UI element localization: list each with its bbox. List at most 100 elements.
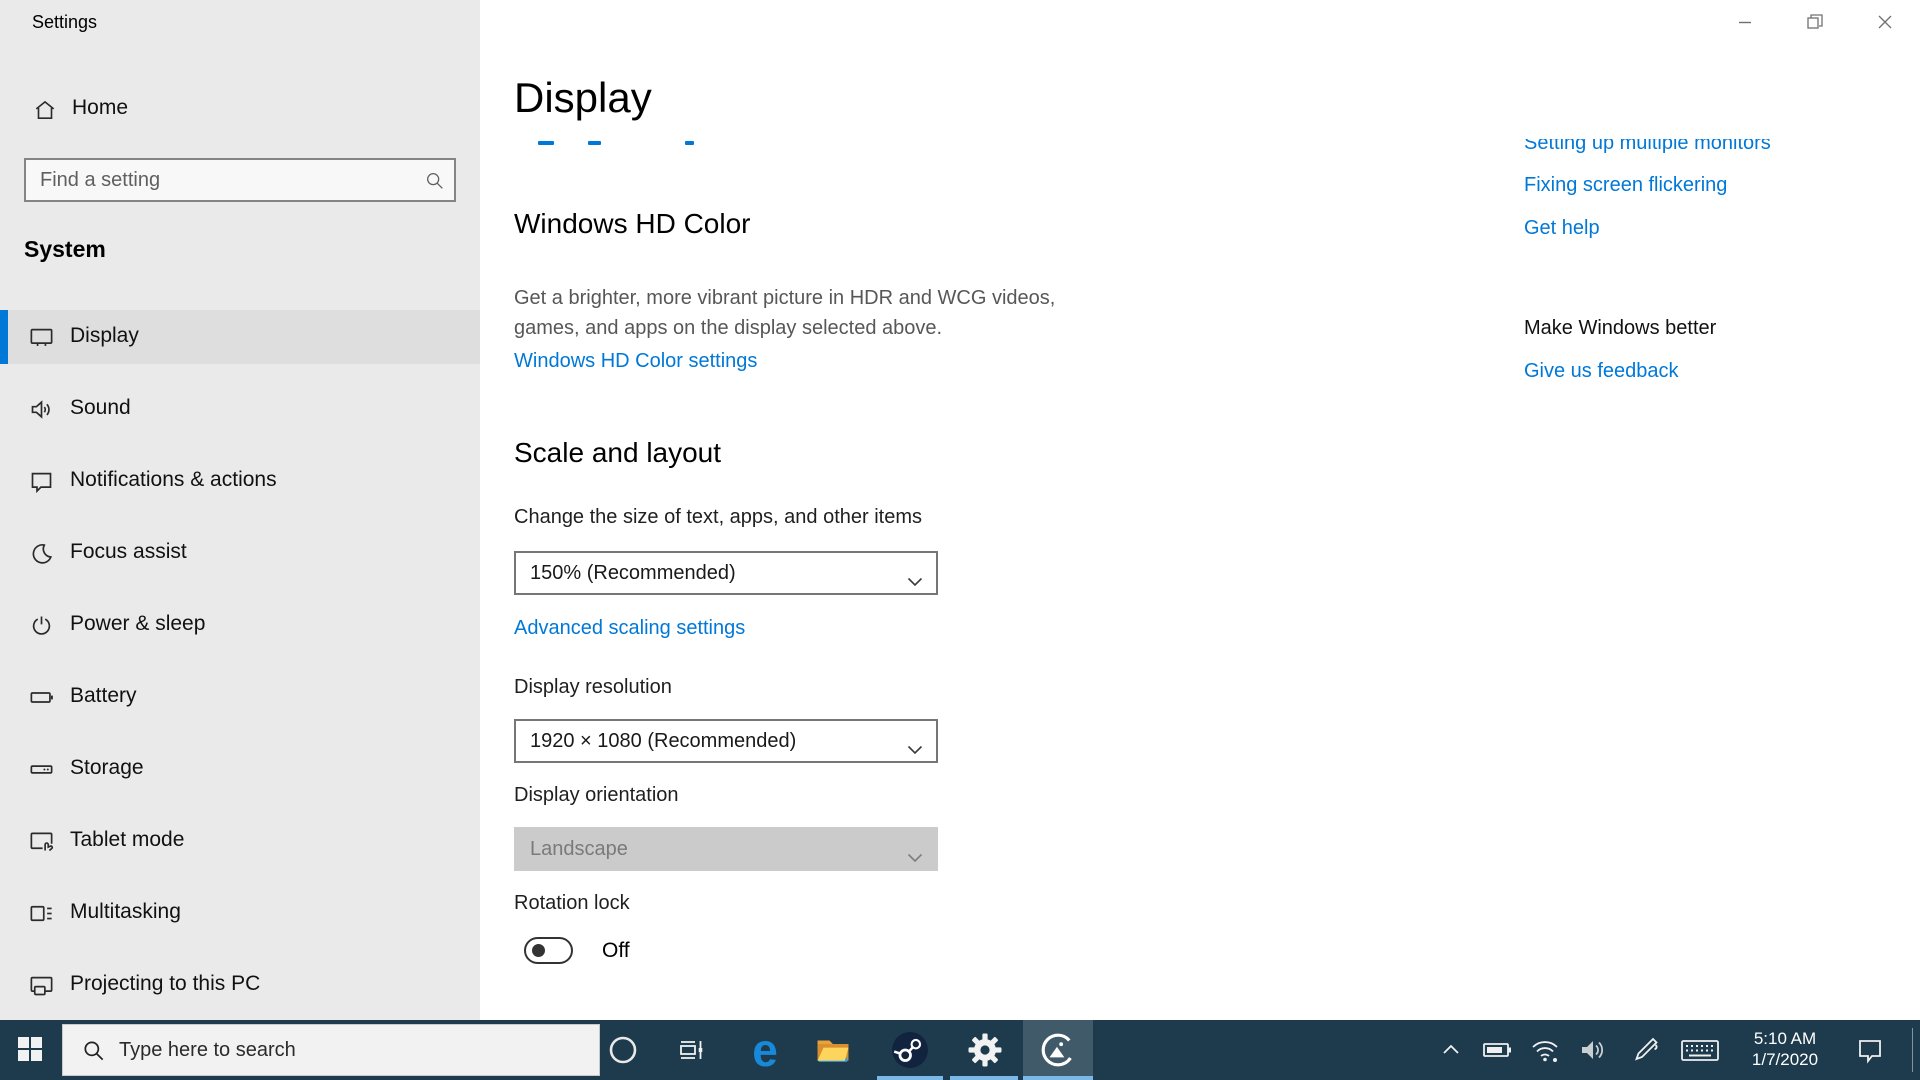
- sidebar-item-battery[interactable]: Battery: [0, 670, 480, 724]
- sidebar-item-label: Notifications & actions: [70, 468, 277, 491]
- show-desktop-button[interactable]: [1912, 1028, 1913, 1072]
- orientation-label: Display orientation: [514, 784, 679, 806]
- resolution-dropdown-value: 1920 × 1080 (Recommended): [530, 729, 797, 752]
- advanced-scaling-link[interactable]: Advanced scaling settings: [514, 617, 745, 640]
- rotation-lock-state: Off: [602, 939, 630, 962]
- sidebar-item-sound[interactable]: Sound: [0, 382, 480, 436]
- clock-date: 1/7/2020: [1751, 1050, 1819, 1069]
- sidebar-item-label: Battery: [70, 684, 137, 707]
- minimize-icon: [1739, 21, 1751, 24]
- minimize-button[interactable]: [1710, 0, 1780, 44]
- setting-search-input[interactable]: [26, 160, 454, 200]
- rotation-lock-toggle[interactable]: [524, 937, 573, 964]
- pen-icon: [1634, 1037, 1658, 1061]
- chevron-up-icon: [1443, 1044, 1459, 1054]
- focus-assist-icon: [28, 540, 55, 572]
- sidebar-item-storage[interactable]: Storage: [0, 742, 480, 796]
- sidebar-item-notifications[interactable]: Notifications & actions: [0, 454, 480, 508]
- sidebar-item-label: Power & sleep: [70, 612, 206, 635]
- clock-time: 5:10 AM: [1753, 1029, 1817, 1048]
- battery-tray-button[interactable]: [1480, 1020, 1514, 1080]
- taskbar-search-input[interactable]: [119, 1025, 579, 1075]
- action-center-button[interactable]: [1850, 1020, 1890, 1080]
- help-link-multiple-monitors[interactable]: Setting up multiple monitors: [1524, 139, 1844, 161]
- edge-button[interactable]: e: [730, 1020, 800, 1080]
- projecting-icon: [28, 972, 55, 1004]
- scale-dropdown[interactable]: 150% (Recommended): [514, 551, 938, 595]
- running-indicator: [950, 1076, 1018, 1080]
- clipped-link-fragment: [538, 141, 554, 145]
- cortana-button[interactable]: [588, 1020, 658, 1080]
- steam-icon: [892, 1032, 928, 1068]
- search-icon: [81, 1038, 107, 1069]
- selected-accent-bar: [0, 310, 8, 364]
- sidebar-item-tablet-mode[interactable]: Tablet mode: [0, 814, 480, 868]
- sidebar-item-label: Sound: [70, 396, 131, 419]
- setting-search-box: [24, 158, 456, 202]
- wifi-icon: [1532, 1041, 1558, 1062]
- keyboard-icon: [1681, 1040, 1719, 1061]
- close-button[interactable]: [1850, 0, 1920, 44]
- task-view-button[interactable]: [656, 1020, 726, 1080]
- sidebar-item-label: Multitasking: [70, 900, 181, 923]
- sidebar-item-home[interactable]: Home: [8, 87, 468, 133]
- pen-tray-button[interactable]: [1628, 1020, 1662, 1080]
- restore-button[interactable]: [1780, 0, 1850, 44]
- sidebar-item-label: Home: [72, 96, 129, 119]
- orientation-dropdown: Landscape: [514, 827, 938, 871]
- sidebar-item-power-sleep[interactable]: Power & sleep: [0, 598, 480, 652]
- hd-color-description-line2: games, and apps on the display selected …: [514, 317, 943, 339]
- search-icon[interactable]: [424, 170, 446, 197]
- tray-overflow-button[interactable]: [1436, 1020, 1466, 1080]
- chevron-down-icon: [907, 846, 923, 869]
- battery-icon: [28, 684, 55, 716]
- sidebar-item-label: Tablet mode: [70, 828, 185, 851]
- wifi-tray-button[interactable]: [1528, 1020, 1562, 1080]
- sidebar-section-system: System: [24, 236, 106, 262]
- scale-dropdown-value: 150% (Recommended): [530, 561, 736, 584]
- task-view-icon: [680, 1041, 703, 1059]
- help-link-screen-flickering[interactable]: Fixing screen flickering: [1524, 174, 1727, 197]
- start-button[interactable]: [0, 1020, 60, 1080]
- running-indicator: [1023, 1076, 1093, 1080]
- page-title: Display: [514, 74, 652, 121]
- tablet-mode-icon: [28, 828, 55, 860]
- settings-app-button[interactable]: [950, 1020, 1020, 1080]
- orientation-dropdown-value: Landscape: [530, 837, 628, 860]
- hd-color-description-line1: Get a brighter, more vibrant picture in …: [514, 287, 1056, 309]
- volume-icon: [1582, 1041, 1603, 1059]
- notifications-icon: [28, 468, 55, 500]
- sidebar-item-projecting[interactable]: Projecting to this PC: [0, 958, 480, 1012]
- steam-button[interactable]: [875, 1020, 945, 1080]
- toggle-knob: [532, 944, 545, 957]
- sidebar-item-display[interactable]: Display: [0, 310, 480, 364]
- clock[interactable]: 5:10 AM 1/7/2020: [1738, 1028, 1832, 1072]
- photos-button[interactable]: [1023, 1020, 1093, 1080]
- chevron-down-icon: [907, 738, 923, 761]
- running-indicator: [877, 1076, 943, 1080]
- cortana-icon: [609, 1036, 637, 1064]
- volume-tray-button[interactable]: [1576, 1020, 1610, 1080]
- feedback-heading: Make Windows better: [1524, 317, 1717, 339]
- resolution-label: Display resolution: [514, 676, 672, 698]
- sidebar-item-label: Display: [70, 324, 139, 347]
- hd-color-settings-link[interactable]: Windows HD Color settings: [514, 350, 757, 373]
- resolution-dropdown[interactable]: 1920 × 1080 (Recommended): [514, 719, 938, 763]
- sidebar-item-focus-assist[interactable]: Focus assist: [0, 526, 480, 580]
- storage-icon: [28, 756, 55, 788]
- gear-icon: [968, 1033, 1002, 1067]
- help-link-get-help[interactable]: Get help: [1524, 217, 1600, 240]
- clipped-link-fragment: [588, 141, 601, 145]
- touch-keyboard-button[interactable]: [1678, 1020, 1722, 1080]
- give-feedback-link[interactable]: Give us feedback: [1524, 360, 1679, 383]
- app-title: Settings: [32, 12, 98, 32]
- settings-window: Settings Home System Display Sou: [0, 0, 1920, 1080]
- file-explorer-button[interactable]: [798, 1020, 868, 1080]
- action-center-icon: [1859, 1040, 1881, 1064]
- file-explorer-icon: [817, 1040, 849, 1062]
- sidebar: Settings Home System Display Sou: [0, 0, 480, 1020]
- sidebar-item-multitasking[interactable]: Multitasking: [0, 886, 480, 940]
- scale-layout-heading: Scale and layout: [514, 437, 722, 468]
- taskbar: e: [0, 1020, 1920, 1080]
- display-icon: [28, 324, 55, 356]
